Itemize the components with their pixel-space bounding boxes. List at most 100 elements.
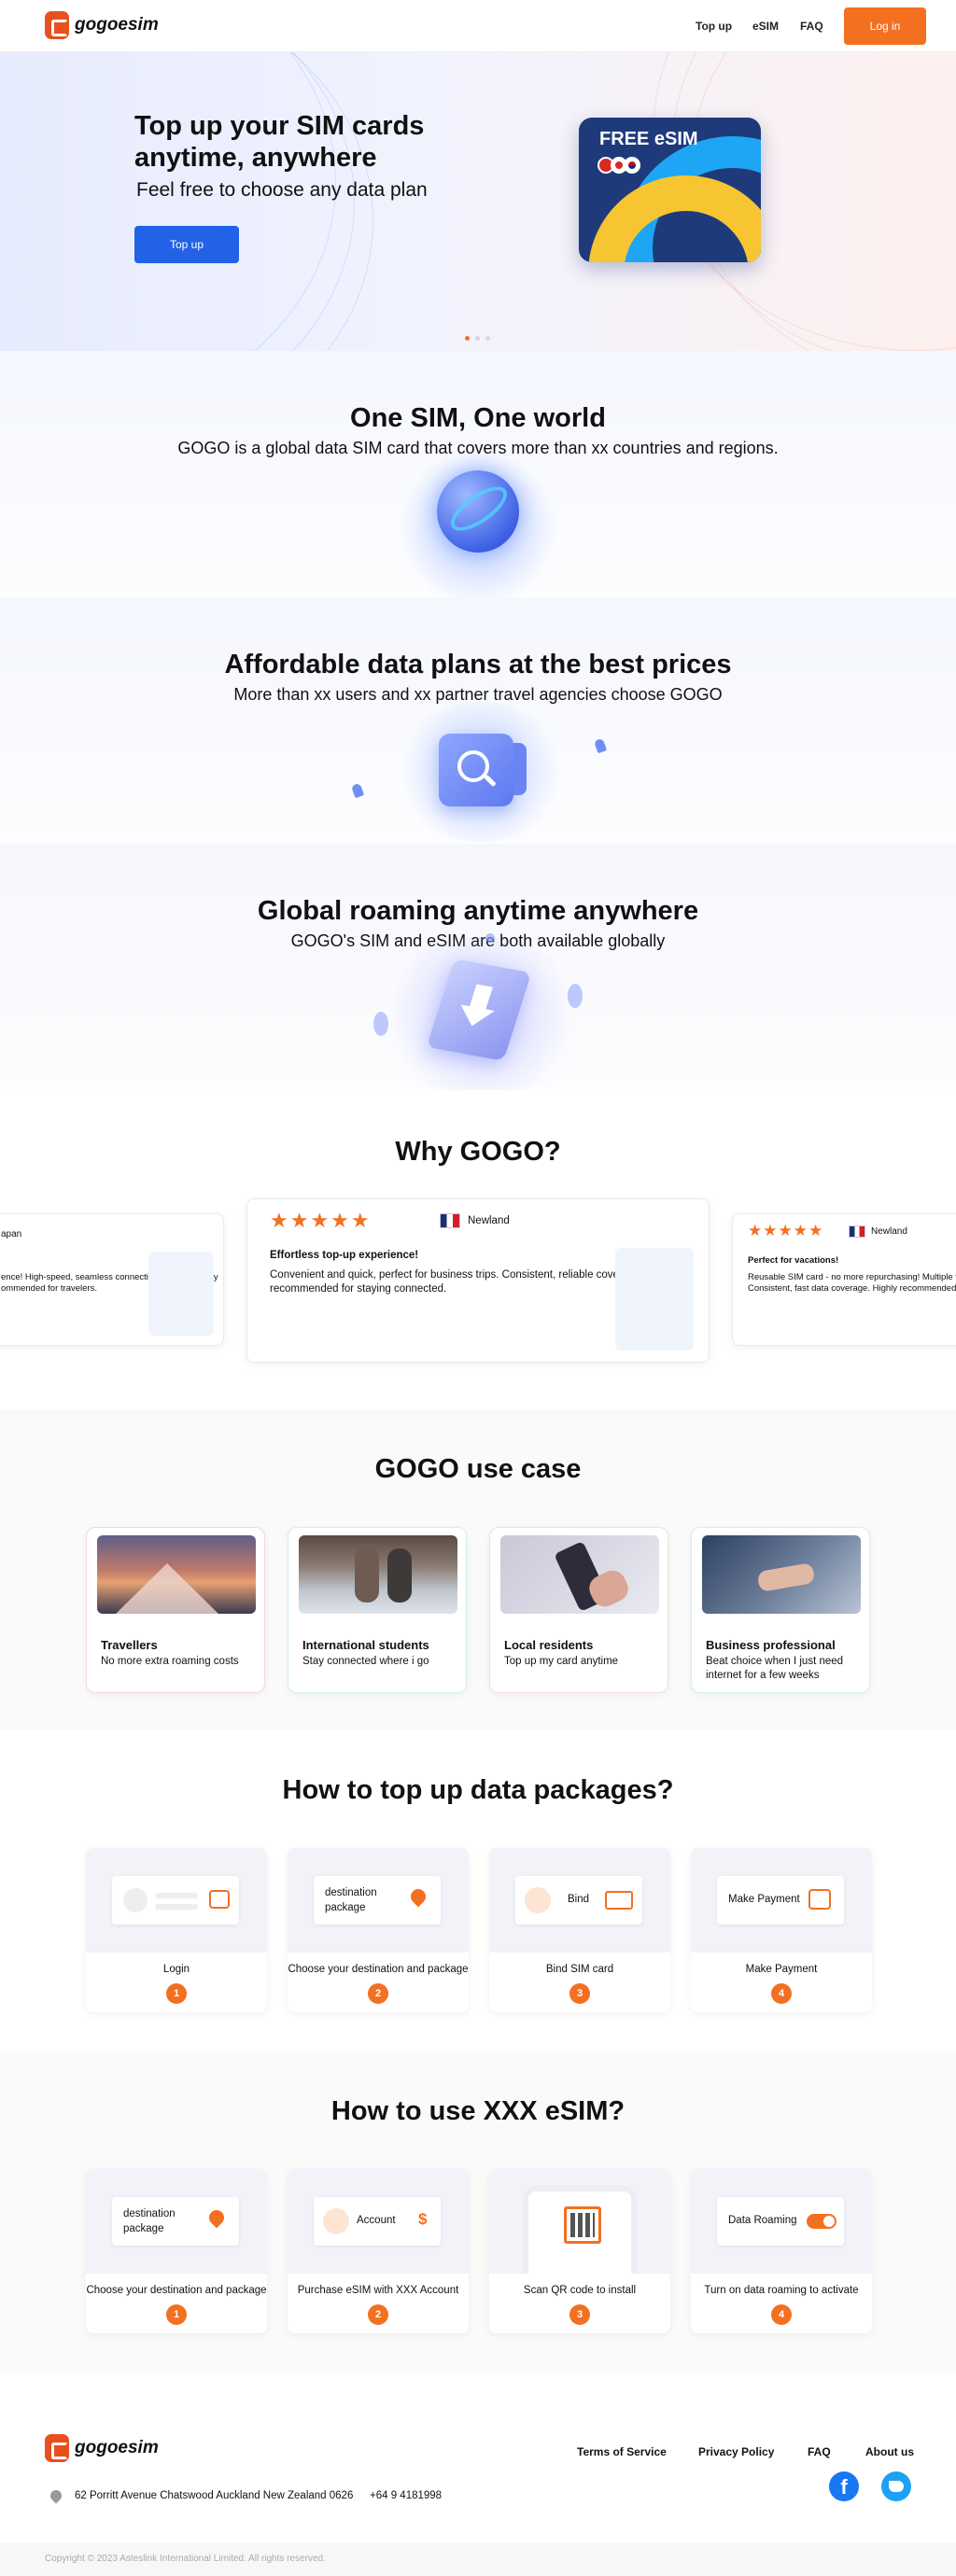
why-gogo-section: Why GOGO? apan ence! High-speed, seamles…: [0, 1092, 956, 1409]
use-case-desc: Stay connected where i go: [302, 1656, 429, 1667]
account-illustration: Account $: [314, 2197, 441, 2246]
use-case-name: Business professional: [706, 1638, 836, 1652]
use-case-card[interactable]: Travellers No more extra roaming costs: [86, 1527, 265, 1693]
logo[interactable]: gogoesim: [45, 11, 159, 39]
review-title: Perfect for vacations!: [748, 1255, 839, 1266]
step-label: Bind SIM card: [545, 1964, 614, 1975]
step-label: Turn on data roaming to activate: [704, 2285, 859, 2296]
step-card[interactable]: destination package Choose your destinat…: [86, 2169, 267, 2333]
review-country: Newland: [871, 1226, 907, 1237]
review-country: apan: [1, 1229, 22, 1239]
nav-esim[interactable]: eSIM: [752, 20, 779, 33]
esim-title: How to use XXX eSIM?: [330, 2096, 626, 2126]
review-country: Newland: [468, 1215, 510, 1226]
login-button[interactable]: Log in: [844, 7, 926, 45]
nav-top-up[interactable]: Top up: [696, 20, 732, 33]
business-image: [702, 1535, 861, 1614]
step-number: 3: [569, 2304, 590, 2325]
footer-link-faq[interactable]: FAQ: [808, 2445, 831, 2458]
step-label: Make Payment: [745, 1964, 818, 1975]
review-title: Effortless top-up experience!: [270, 1250, 419, 1261]
search-sim-icon: [439, 734, 527, 806]
logo-icon: [45, 11, 69, 39]
section-title: One SIM, One world: [350, 403, 606, 433]
step-number: 4: [771, 1983, 792, 2004]
review-card-active[interactable]: ★★★★★ Newland Effortless top-up experien…: [246, 1198, 710, 1363]
toggle-switch[interactable]: [807, 2214, 836, 2229]
section-title: Global roaming anytime anywhere: [257, 896, 699, 926]
review-card[interactable]: apan ence! High-speed, seamless connecti…: [0, 1213, 224, 1346]
copyright-text: Copyright © 2023 Asteslink International…: [45, 2554, 326, 2564]
qr-code-icon: [564, 2206, 601, 2244]
bind-illustration: Bind: [515, 1876, 642, 1925]
copyright-bar: Copyright © 2023 Asteslink International…: [0, 2542, 956, 2576]
hero-banner: Top up your SIM cards anytime, anywhere …: [0, 52, 956, 351]
facebook-icon[interactable]: f: [829, 2471, 859, 2501]
esim-steps-section: How to use XXX eSIM? destination package…: [0, 2051, 956, 2373]
step-number: 2: [368, 2304, 388, 2325]
footer-phone: +64 9 4181998: [370, 2490, 443, 2501]
review-text: Reusable SIM card - no more repurchasing…: [748, 1272, 956, 1282]
step-card[interactable]: Bind Bind SIM card 3: [489, 1848, 670, 2012]
logo-text: gogoesim: [75, 2438, 159, 2457]
use-case-card[interactable]: Local residents Top up my card anytime: [489, 1527, 668, 1693]
step-label: Login: [162, 1964, 190, 1975]
step-card[interactable]: Data Roaming Turn on data roaming to act…: [691, 2169, 872, 2333]
use-case-desc: Top up my card anytime: [504, 1656, 619, 1667]
location-icon: [48, 2487, 64, 2504]
twitter-icon[interactable]: [881, 2471, 911, 2501]
payment-illustration: Make Payment: [717, 1876, 844, 1925]
section-title: Affordable data plans at the best prices: [224, 650, 732, 679]
students-image: [299, 1535, 457, 1614]
free-esim-card: FREE eSIM: [579, 118, 761, 262]
location-pin-icon: [205, 2206, 228, 2229]
section-one-sim: One SIM, One world GOGO is a global data…: [0, 351, 956, 597]
step-card[interactable]: Scan QR code to install 3: [489, 2169, 670, 2333]
residents-image: [500, 1535, 659, 1614]
step-number: 3: [569, 1983, 590, 2004]
step-number: 1: [166, 1983, 187, 2004]
step-number: 1: [166, 2304, 187, 2325]
nav-faq[interactable]: FAQ: [800, 20, 823, 33]
roaming-illustration: Data Roaming: [717, 2197, 844, 2246]
use-case-title: GOGO use case: [374, 1454, 582, 1484]
step-card[interactable]: destination package Choose your destinat…: [288, 1848, 469, 2012]
review-text: ommended for travelers.: [1, 1283, 97, 1294]
footer-link-terms[interactable]: Terms of Service: [577, 2445, 667, 2458]
footer-link-privacy[interactable]: Privacy Policy: [698, 2445, 774, 2458]
carousel-dot-2[interactable]: [475, 336, 480, 341]
travellers-image: [97, 1535, 256, 1614]
login-icon: [209, 1890, 230, 1909]
step-label: Choose your destination and package: [288, 1964, 469, 1975]
step-label: Scan QR code to install: [523, 2285, 637, 2296]
destination-illustration: destination package: [112, 2197, 239, 2246]
destination-illustration: destination package: [314, 1876, 441, 1925]
logo-icon: [45, 2434, 69, 2462]
step-card[interactable]: Make Payment Make Payment 4: [691, 1848, 872, 2012]
footer-link-about[interactable]: About us: [865, 2445, 914, 2458]
flag-icon: [440, 1213, 460, 1228]
flag-icon: [849, 1225, 865, 1238]
card-title: FREE eSIM: [599, 129, 698, 149]
step-number: 2: [368, 1983, 388, 2004]
use-case-card[interactable]: Business professional Beat choice when I…: [691, 1527, 870, 1693]
carousel-dot-3[interactable]: [485, 336, 490, 341]
logo-text: gogoesim: [75, 15, 159, 35]
site-header: gogoesim Top up eSIM FAQ Log in: [0, 0, 956, 52]
top-up-steps-section: How to top up data packages? Login 1 des…: [0, 1730, 956, 2051]
phone-illustration: [523, 2186, 637, 2274]
step-card[interactable]: Login 1: [86, 1848, 267, 2012]
section-affordable: Affordable data plans at the best prices…: [0, 597, 956, 844]
review-card[interactable]: ★★★★★ Newland Perfect for vacations! Reu…: [732, 1213, 956, 1346]
section-global-roaming: Global roaming anytime anywhere GOGO's S…: [0, 844, 956, 1090]
sparkle-icon: [350, 782, 365, 799]
footer-logo[interactable]: gogoesim: [45, 2434, 159, 2462]
use-case-name: International students: [302, 1638, 429, 1652]
use-case-card[interactable]: International students Stay connected wh…: [288, 1527, 467, 1693]
top-up-button[interactable]: Top up: [134, 226, 239, 263]
why-title: Why GOGO?: [395, 1137, 561, 1167]
use-case-name: Travellers: [101, 1638, 158, 1652]
user-icon: [323, 2208, 349, 2234]
carousel-dot-1[interactable]: [465, 336, 470, 341]
step-card[interactable]: Account $ Purchase eSIM with XXX Account…: [288, 2169, 469, 2333]
